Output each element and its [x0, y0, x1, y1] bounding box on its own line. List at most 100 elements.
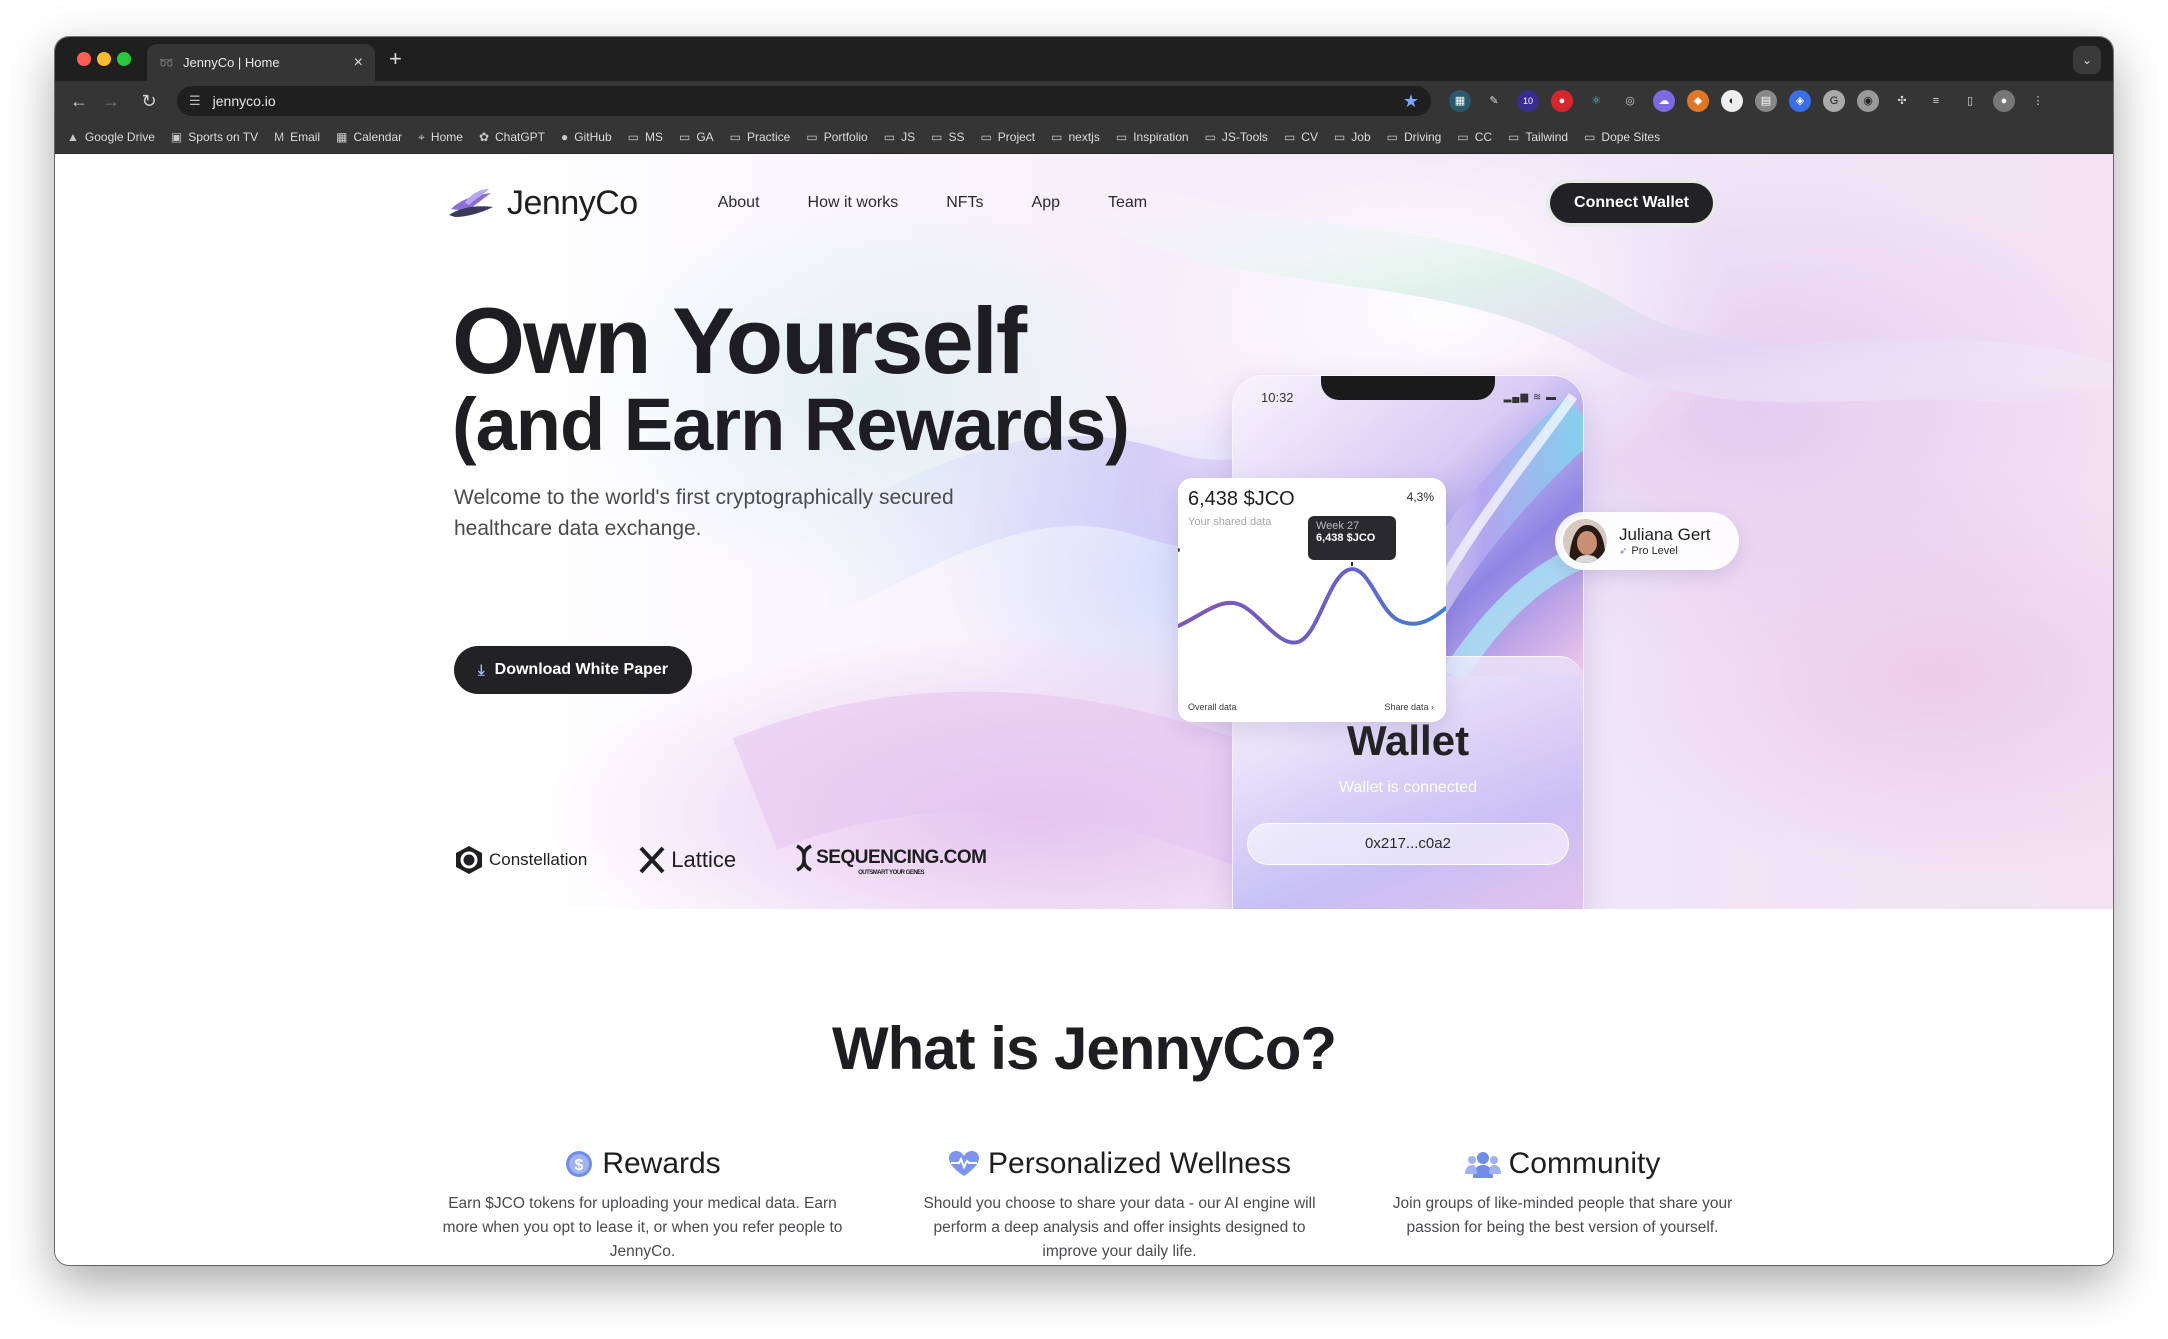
wallet-status: Wallet is connected — [1338, 779, 1478, 796]
connect-wallet-button[interactable]: Connect Wallet — [1546, 179, 1717, 227]
share-data-link[interactable]: Share data › — [1384, 702, 1434, 712]
nav-link-team[interactable]: Team — [1108, 194, 1147, 212]
folder-icon: ▭ — [1051, 130, 1063, 144]
tab-search-icon[interactable]: ⌄ — [2073, 46, 2101, 74]
constellation-hexagon-icon — [456, 846, 482, 874]
github-icon: ● — [561, 130, 569, 144]
jennyco-logo[interactable]: JennyCo — [447, 184, 638, 223]
blue-shield-extension-icon[interactable]: ◈ — [1789, 90, 1811, 112]
bookmark-item[interactable]: M Email — [274, 130, 320, 144]
site-settings-icon[interactable]: ☰ — [189, 93, 201, 109]
browser-toolbar: ← → ↻ ☰ jennyco.io ★ ▦ ✎ 10 ● ⚛ ◎ ☁ ◆ ◐ … — [55, 81, 2113, 121]
camera-extension-icon[interactable]: ◉ — [1857, 90, 1879, 112]
side-panel-icon[interactable]: ▯ — [1959, 90, 1981, 112]
bookmark-label: GitHub — [574, 130, 612, 144]
reading-list-icon[interactable]: ≡ — [1925, 90, 1947, 112]
back-arrow-icon[interactable]: ← — [67, 89, 91, 113]
browser-tab[interactable]: ➿ JennyCo | Home × — [147, 44, 375, 81]
bookmark-item[interactable]: ▭ Dope Sites — [1584, 130, 1660, 144]
section-title: What is JennyCo? — [831, 1015, 1337, 1082]
puzzle-extensions-icon[interactable]: ✣ — [1891, 90, 1913, 112]
download-white-paper-button[interactable]: ⤓ Download White Paper — [454, 646, 692, 694]
address-bar[interactable]: ☰ jennyco.io ★ — [177, 86, 1431, 116]
bookmark-item[interactable]: ▭ CC — [1457, 130, 1492, 144]
bookmark-item[interactable]: ▭ Driving — [1387, 130, 1442, 144]
profile-level-label: Pro Level — [1631, 545, 1678, 557]
bookmark-item[interactable]: ▭ MS — [628, 130, 663, 144]
new-tab-icon[interactable]: + — [389, 47, 402, 71]
bookmark-item[interactable]: ▭ Project — [980, 130, 1035, 144]
bookmark-item[interactable]: ▭ CV — [1284, 130, 1318, 144]
tab-close-icon[interactable]: × — [354, 54, 363, 72]
profile-avatar-icon[interactable]: ● — [1993, 90, 2015, 112]
folder-icon: ▭ — [1283, 130, 1296, 144]
bookmark-item[interactable]: ▭ Job — [1334, 130, 1371, 144]
forward-arrow-icon[interactable]: → — [99, 89, 123, 113]
bookmark-label: Job — [1351, 130, 1371, 144]
bookmark-item[interactable]: ✿ ChatGPT — [479, 130, 545, 144]
folder-icon: ▭ — [1333, 130, 1346, 144]
jennyco-bird-icon — [449, 189, 493, 217]
shared-data-card: 6,438 $JCO Your shared data 4,3% Week 27… — [1178, 478, 1446, 722]
bookmark-item[interactable]: ▭ Portfolio — [806, 130, 867, 144]
phone-status-icons: ▂▄▆ ≋ ▬ — [1503, 392, 1557, 403]
feature-description: Join groups of like-minded people that s… — [1392, 1195, 1733, 1236]
feature-description: Should you choose to share your data - o… — [923, 1195, 1316, 1260]
bookmark-label: Home — [430, 130, 463, 144]
wallet-address[interactable]: 0x217...c0a2 — [1247, 823, 1569, 865]
feature-title: Community — [1508, 1147, 1661, 1180]
phone-notch — [1321, 376, 1495, 400]
bookmark-label: Portfolio — [823, 130, 868, 144]
folder-icon: ▭ — [1508, 130, 1520, 144]
bookmark-label: Sports on TV — [188, 130, 259, 144]
browser-window: ➿ JennyCo | Home × + ⌄ ← → ↻ ☰ jennyco.i… — [55, 37, 2113, 1265]
note-extension-icon[interactable]: ▤ — [1755, 90, 1777, 112]
nav-link-about[interactable]: About — [718, 194, 760, 212]
bookmark-star-icon[interactable]: ★ — [1403, 91, 1419, 112]
shield-extension-icon[interactable]: ● — [1551, 90, 1573, 112]
maximize-window-button[interactable] — [117, 52, 131, 66]
bookmark-item[interactable]: ▭ Tailwind — [1508, 130, 1568, 144]
bookmark-item[interactable]: ▭ SS — [931, 130, 964, 144]
color-picker-icon[interactable]: ✎ — [1483, 90, 1505, 112]
bookmark-item[interactable]: ● GitHub — [561, 130, 612, 144]
bookmark-item[interactable]: ▭ GA — [679, 130, 714, 144]
extension-badge-icon[interactable]: 10 — [1517, 90, 1539, 112]
brand-name: JennyCo — [507, 183, 638, 222]
bookmark-item[interactable]: ⌖ Home — [418, 130, 463, 145]
bookmark-item[interactable]: ▣ Sports on TV — [171, 130, 258, 144]
extensions-row: ▦ ✎ 10 ● ⚛ ◎ ☁ ◆ ◐ ▤ ◈ G ◉ ✣ ≡ ▯ ● ⋮ — [1449, 81, 2049, 121]
feature-wellness: Personalized Wellness Should you choose … — [907, 1144, 1332, 1264]
minimize-window-button[interactable] — [97, 52, 111, 66]
url-text[interactable]: jennyco.io — [213, 93, 1403, 109]
nav-link-nfts[interactable]: NFTs — [946, 194, 983, 212]
react-devtools-icon[interactable]: ⚛ — [1585, 90, 1607, 112]
people-group-icon — [1464, 1152, 1501, 1178]
extension-grid-icon[interactable]: ▦ — [1449, 90, 1471, 112]
feature-description: Earn $JCO tokens for uploading your medi… — [442, 1195, 843, 1260]
reload-icon[interactable]: ↻ — [137, 89, 161, 113]
bookmark-item[interactable]: ▦ Calendar — [336, 130, 402, 144]
circle-extension-icon[interactable]: ◐ — [1721, 90, 1743, 112]
nav-link-how-it-works[interactable]: How it works — [808, 194, 899, 212]
overall-data-link[interactable]: Overall data — [1188, 702, 1237, 712]
profile-text: Juliana Gert ➶ Pro Level — [1619, 525, 1711, 557]
metamask-fox-icon[interactable]: ◆ — [1687, 90, 1709, 112]
folder-icon: ▭ — [627, 130, 639, 144]
bookmark-item[interactable]: ▭ nextjs — [1051, 130, 1100, 144]
target-extension-icon[interactable]: ◎ — [1619, 90, 1641, 112]
folder-icon: ▭ — [883, 130, 896, 144]
cloud-extension-icon[interactable]: ☁ — [1653, 90, 1675, 112]
nav-link-app[interactable]: App — [1032, 194, 1060, 212]
grammar-extension-icon[interactable]: G — [1823, 90, 1845, 112]
close-window-button[interactable] — [77, 52, 91, 66]
folder-icon: ▭ — [1115, 130, 1128, 144]
kebab-menu-icon[interactable]: ⋮ — [2027, 90, 2049, 112]
bookmark-item[interactable]: ▭ Inspiration — [1116, 130, 1189, 144]
bookmark-item[interactable]: ▭ JS — [884, 130, 915, 144]
folder-icon: ▭ — [931, 130, 943, 144]
bookmark-label: CV — [1301, 130, 1318, 144]
bookmark-item[interactable]: ▭ JS-Tools — [1205, 130, 1268, 144]
bookmark-item[interactable]: ▭ Practice — [730, 130, 791, 144]
bookmark-item[interactable]: ▲ Google Drive — [67, 130, 155, 144]
